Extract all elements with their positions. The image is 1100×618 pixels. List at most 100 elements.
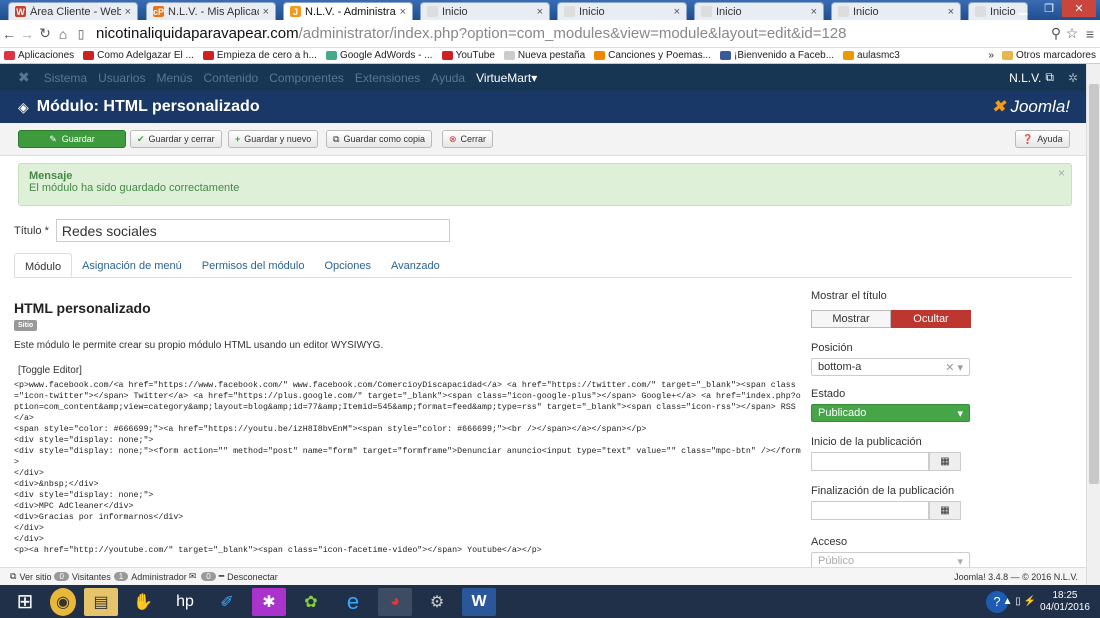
tab-close-icon[interactable]: × [948,6,954,18]
tab-close-icon[interactable]: × [263,6,269,18]
more-bookmarks-icon[interactable]: » [988,50,994,61]
photo-app-icon[interactable]: ✱ [252,587,286,616]
tab-advanced[interactable]: Avanzado [381,253,450,277]
tab-options[interactable]: Opciones [314,253,380,277]
browser-tab[interactable]: Inicio × [831,2,961,20]
tab-permissions[interactable]: Permisos del módulo [192,253,315,277]
bookmark-item[interactable]: Aplicaciones [4,50,74,61]
menu-icon[interactable]: ≡ [1080,26,1100,42]
menu-virtuemart[interactable]: VirtueMart▾ [476,71,537,85]
show-button[interactable]: Mostrar [811,310,891,328]
toggle-editor[interactable]: [Toggle Editor] [18,365,82,376]
hand-app-icon[interactable]: ✋ [126,588,160,616]
tab-menu-assignment[interactable]: Asignación de menú [72,253,192,277]
tab-module[interactable]: Módulo [14,253,73,277]
bookmark-item[interactable]: ¡Bienvenido a Faceb... [719,50,835,61]
back-icon[interactable]: ← [0,26,18,42]
save-copy-button[interactable]: ⧉ Guardar como copia [326,130,432,148]
state-select[interactable]: Publicado ▾ [811,404,970,422]
minimize-icon[interactable]: ▁ [1010,0,1036,17]
browser-tab[interactable]: Inicio × [694,2,824,20]
external-link-icon: ⧉ [10,571,17,581]
browser-tab[interactable]: W Área Cliente - Webem × [8,2,138,20]
admin-status-bar: ⧉ Ver sitio 0 Visitantes 1 Administrador… [0,567,1086,585]
browser-tab[interactable]: J N.L.V. - Administracio × [283,2,413,20]
admin-count: 1 [113,572,129,581]
maximize-icon[interactable]: ❐ [1036,0,1062,17]
bookmark-item[interactable]: Empieza de cero a h... [202,50,317,61]
tab-close-icon[interactable]: × [125,6,131,18]
bookmark-item[interactable]: YouTube [441,50,495,61]
tab-label: N.L.V. - Administracio [305,5,396,18]
word-icon[interactable]: W [462,587,496,616]
menu-item[interactable]: Extensiones [355,71,420,85]
hide-button[interactable]: Ocultar [891,310,971,328]
tab-close-icon[interactable]: × [811,6,817,18]
menu-item[interactable]: Componentes [269,71,344,85]
other-bookmarks[interactable]: Otros marcadores [1016,50,1096,61]
tray-icons[interactable]: ▲ ▯ ⚡ [1003,596,1036,607]
reload-icon[interactable]: ↻ [36,25,54,42]
menu-item[interactable]: Ayuda [431,71,465,85]
pub-start-input[interactable] [811,452,929,471]
close-icon[interactable]: ✕ [1062,0,1096,17]
browser-tab[interactable]: Inicio × [420,2,550,20]
tab-close-icon[interactable]: × [674,6,680,18]
menu-item[interactable]: Menús [156,71,192,85]
home-icon[interactable]: ⌂ [54,26,72,42]
forward-icon[interactable]: → [18,26,36,42]
scrollbar-thumb[interactable] [1089,84,1099,484]
tool-app-icon[interactable]: ✐ [210,588,244,616]
hp-icon[interactable]: hp [168,588,202,616]
title-input[interactable] [55,219,450,242]
bookmark-item[interactable]: Nueva pestaña [503,50,585,61]
bookmark-item[interactable]: Google AdWords - ... [325,50,433,61]
save-new-button[interactable]: + Guardar y nuevo [228,130,319,148]
network-app-icon[interactable]: ⚙ [420,588,454,616]
gear-icon[interactable]: ✲ [1068,71,1078,85]
bookmark-label: Canciones y Poemas... [608,50,711,61]
joomla-icon[interactable]: ✖ [18,69,30,86]
logout-link[interactable]: Desconectar [227,572,278,582]
calendar-icon[interactable]: ▦ [929,501,961,520]
url-input[interactable]: nicotinaliquidaparavapear.com/administra… [96,25,1048,42]
cube-icon: ◈ [18,98,29,115]
media-player-icon[interactable]: ◉ [50,587,76,616]
save-button[interactable]: ✎ Guardar [18,130,126,148]
mail-icon: ✉ [188,571,197,581]
tab-close-icon[interactable]: × [537,6,543,18]
star-icon[interactable]: ☆ [1064,25,1080,42]
tab-favicon-icon [427,6,438,17]
menu-item[interactable]: Usuarios [98,71,145,85]
bookmark-item[interactable]: Canciones y Poemas... [594,50,711,61]
position-select[interactable]: bottom-a ✕ ▾ [811,358,970,376]
clear-chevron-icon[interactable]: ✕ ▾ [945,361,963,374]
page-title: Módulo: HTML personalizado [36,98,260,115]
user-name[interactable]: N.L.V. [1009,71,1041,85]
page-scrollbar[interactable] [1086,64,1100,585]
help-button[interactable]: ❓ Ayuda [1015,130,1070,148]
file-explorer-icon[interactable]: ▤ [84,587,118,616]
menu-item[interactable]: Sistema [44,71,87,85]
bookmark-item[interactable]: Como Adelgazar El ... [83,50,194,61]
calendar-icon[interactable]: ▦ [929,452,961,471]
menu-item[interactable]: Contenido [203,71,258,85]
pub-end-input[interactable] [811,501,929,520]
view-site-link[interactable]: Ver sitio [19,572,51,582]
internet-explorer-icon[interactable]: e [336,588,370,616]
browser-tab[interactable]: cPN.L.V. - Mis Aplicacion × [146,2,276,20]
clock[interactable]: 18:25 04/01/2016 [1040,590,1090,614]
bookmark-item[interactable]: aulasmc3 [843,50,900,61]
bookmarks-bar: Aplicaciones Como Adelgazar El ... Empieza… [0,48,1100,64]
paint-app-icon[interactable]: ✿ [294,588,328,616]
bookmark-label: ¡Bienvenido a Faceb... [733,50,835,61]
html-editor[interactable]: <p>www.facebook.com/<a href="https://www… [14,380,804,560]
dismiss-icon[interactable]: × [1058,166,1065,180]
tab-close-icon[interactable]: × [400,6,406,18]
browser-tab[interactable]: Inicio × [557,2,687,20]
save-close-button[interactable]: ✔ Guardar y cerrar [130,130,222,148]
close-button[interactable]: ⊗ Cerrar [442,130,494,148]
zoom-icon[interactable]: ⚲ [1048,25,1064,42]
windows-start-icon[interactable]: ⊞ [8,588,42,616]
chrome-icon[interactable]: ◕ [378,587,412,616]
